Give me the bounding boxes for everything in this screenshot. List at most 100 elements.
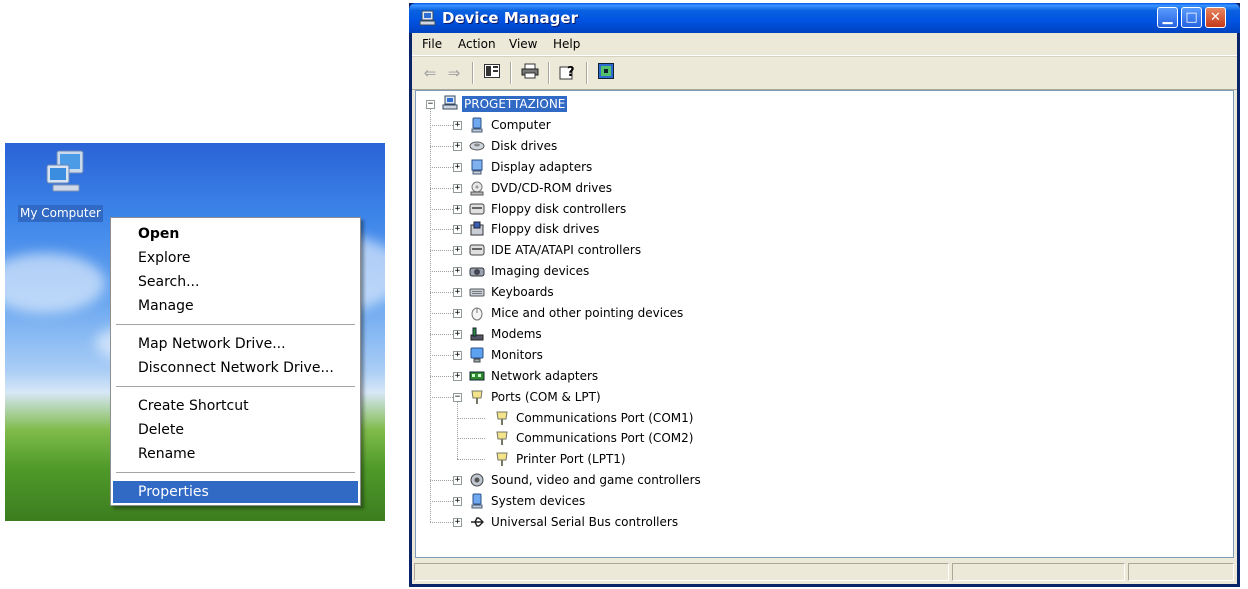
tree-category-label: System devices bbox=[491, 494, 586, 509]
tree-category[interactable]: + Display adapters bbox=[453, 157, 873, 177]
tree-category-label: Ports (COM & LPT) bbox=[491, 389, 601, 404]
back-arrow-icon[interactable]: ⇐ bbox=[420, 63, 440, 83]
help-icon[interactable]: ? bbox=[558, 63, 578, 83]
expand-icon[interactable]: + bbox=[453, 246, 462, 256]
tree-category[interactable]: + DVD/CD-ROM drives bbox=[453, 178, 873, 198]
modem-icon bbox=[470, 327, 484, 341]
tree-device-label: Communications Port (COM2) bbox=[516, 431, 694, 446]
tree-category-label: Network adapters bbox=[491, 368, 599, 383]
floppy-icon bbox=[470, 221, 484, 236]
tree-connector bbox=[430, 501, 453, 503]
tree-connector bbox=[430, 313, 453, 314]
tree-device[interactable]: Communications Port (COM1) bbox=[478, 408, 778, 428]
window-title: Device Manager bbox=[442, 9, 578, 27]
menu-item-rename[interactable]: Rename bbox=[113, 443, 358, 465]
tree-connector bbox=[430, 145, 453, 147]
expand-icon[interactable]: + bbox=[453, 288, 462, 298]
tree-connector bbox=[430, 480, 453, 482]
tree-root[interactable]: − PROGETTAZIONE bbox=[426, 94, 626, 114]
menu-file[interactable]: File bbox=[422, 36, 442, 52]
expand-icon[interactable]: + bbox=[453, 371, 462, 381]
tree-category[interactable]: + Network adapters bbox=[453, 366, 873, 386]
expand-icon[interactable]: + bbox=[453, 141, 462, 151]
minimize-icon: ▁ bbox=[1162, 10, 1173, 25]
tree-category-label: DVD/CD-ROM drives bbox=[491, 180, 613, 195]
tree-connector bbox=[430, 250, 453, 252]
menu-item-manage[interactable]: Manage bbox=[113, 295, 358, 317]
tree-category[interactable]: + Disk drives bbox=[453, 136, 873, 156]
forward-arrow-icon[interactable]: ⇒ bbox=[444, 63, 464, 83]
expand-icon[interactable]: + bbox=[453, 350, 462, 360]
my-computer-label[interactable]: My Computer bbox=[18, 205, 103, 222]
expand-icon[interactable]: + bbox=[453, 497, 462, 507]
tree-category[interactable]: + Sound, video and game controllers bbox=[453, 470, 873, 490]
expand-icon[interactable]: + bbox=[453, 162, 462, 172]
context-menu: Open Explore Search... Manage Map Networ… bbox=[110, 217, 361, 506]
tree-connector bbox=[430, 333, 453, 335]
window-client-area: File Action View Help ⇐ ⇒ ? − PROGETTAZI… bbox=[412, 33, 1237, 584]
menu-item-properties[interactable]: Properties bbox=[113, 481, 358, 503]
tree-category[interactable]: + Keyboards bbox=[453, 282, 873, 302]
scan-hardware-icon[interactable] bbox=[596, 63, 616, 83]
tree-connector bbox=[430, 208, 453, 210]
tree-category-label: Universal Serial Bus controllers bbox=[491, 515, 679, 529]
network-adapter-icon bbox=[469, 371, 485, 381]
menu-item-create-shortcut[interactable]: Create Shortcut bbox=[113, 395, 358, 417]
tree-category[interactable]: + IDE ATA/ATAPI controllers bbox=[453, 240, 873, 260]
toolbar-separator bbox=[510, 62, 512, 84]
tree-connector bbox=[430, 271, 453, 273]
menu-action[interactable]: Action bbox=[458, 36, 496, 52]
menu-item-open[interactable]: Open bbox=[113, 223, 358, 245]
menu-item-explore[interactable]: Explore bbox=[113, 247, 358, 269]
collapse-icon[interactable]: − bbox=[426, 100, 435, 109]
toolbar-separator bbox=[548, 62, 550, 84]
device-manager-window: Device Manager ▁ □ ✕ File Action View He… bbox=[409, 3, 1240, 587]
close-button[interactable]: ✕ bbox=[1205, 7, 1226, 28]
my-computer-icon[interactable] bbox=[43, 149, 91, 197]
expand-icon[interactable]: + bbox=[453, 329, 462, 339]
maximize-button[interactable]: □ bbox=[1181, 7, 1202, 28]
menu-item-disconnect-network-drive[interactable]: Disconnect Network Drive... bbox=[113, 357, 358, 379]
tree-category[interactable]: + Computer bbox=[453, 115, 873, 135]
expand-icon[interactable]: + bbox=[453, 309, 462, 318]
expand-icon[interactable]: + bbox=[453, 120, 462, 130]
cdrom-icon bbox=[470, 181, 484, 196]
tree-device[interactable]: Communications Port (COM2) bbox=[478, 428, 778, 448]
tree-category[interactable]: + Floppy disk drives bbox=[453, 219, 873, 239]
usb-icon bbox=[471, 517, 484, 527]
status-panel bbox=[414, 563, 949, 581]
tree-category-label: Floppy disk drives bbox=[491, 222, 600, 237]
tree-category-label: Keyboards bbox=[491, 285, 554, 300]
tree-connector bbox=[430, 229, 453, 231]
tree-device[interactable]: Printer Port (LPT1) bbox=[478, 449, 778, 469]
tree-category[interactable]: − Ports (COM & LPT) bbox=[453, 387, 873, 407]
expand-icon[interactable]: + bbox=[453, 183, 462, 193]
expand-icon[interactable]: + bbox=[453, 267, 462, 277]
tree-category[interactable]: + Floppy disk controllers bbox=[453, 199, 873, 219]
print-icon[interactable] bbox=[520, 63, 540, 83]
tree-category-label: Disk drives bbox=[491, 138, 558, 153]
title-bar[interactable]: Device Manager ▁ □ ✕ bbox=[409, 3, 1240, 33]
tree-category[interactable]: + System devices bbox=[453, 491, 873, 511]
expand-icon[interactable]: + bbox=[453, 518, 462, 527]
menu-item-delete[interactable]: Delete bbox=[113, 419, 358, 441]
tree-category-label: Floppy disk controllers bbox=[491, 201, 627, 216]
expand-icon[interactable]: + bbox=[453, 476, 462, 486]
tree-connector bbox=[430, 354, 453, 356]
collapse-icon[interactable]: − bbox=[453, 392, 462, 402]
menu-item-map-network-drive[interactable]: Map Network Drive... bbox=[113, 333, 358, 355]
tree-device-label: Printer Port (LPT1) bbox=[516, 452, 626, 467]
menu-item-search[interactable]: Search... bbox=[113, 271, 358, 293]
menu-help[interactable]: Help bbox=[553, 36, 580, 52]
menu-view[interactable]: View bbox=[509, 36, 537, 52]
tree-category[interactable]: + Universal Serial Bus controllers bbox=[453, 512, 873, 532]
expand-icon[interactable]: + bbox=[453, 204, 462, 214]
minimize-button[interactable]: ▁ bbox=[1157, 7, 1178, 28]
svg-text:?: ? bbox=[567, 65, 575, 80]
show-hide-console-tree-icon[interactable] bbox=[482, 63, 502, 83]
tree-category[interactable]: + Modems bbox=[453, 324, 873, 344]
tree-category[interactable]: + Imaging devices bbox=[453, 261, 873, 281]
tree-category[interactable]: + Monitors bbox=[453, 345, 873, 365]
tree-category[interactable]: + Mice and other pointing devices bbox=[453, 303, 873, 323]
expand-icon[interactable]: + bbox=[453, 225, 462, 235]
